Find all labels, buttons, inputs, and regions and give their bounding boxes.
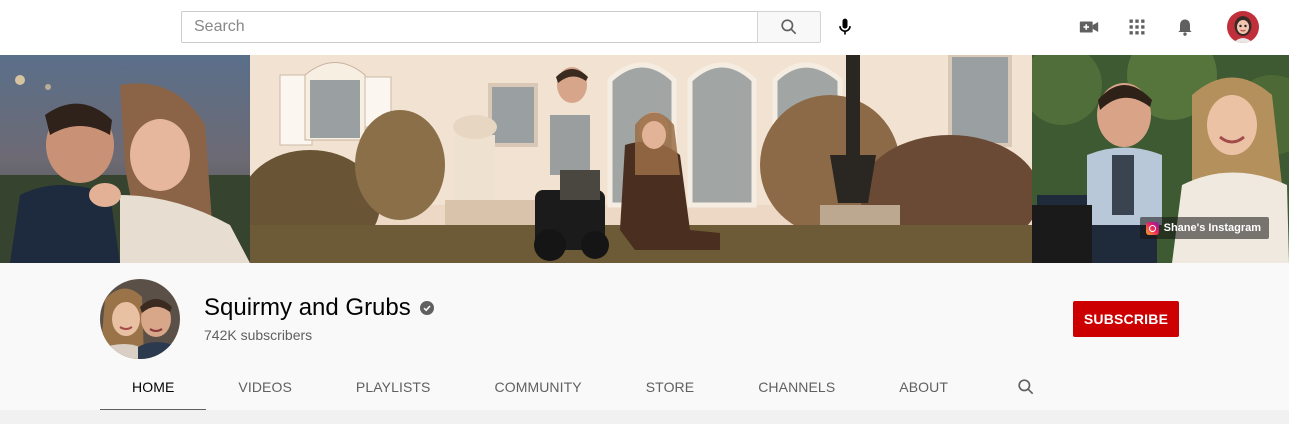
subscribe-button[interactable]: SUBSCRIBE — [1073, 301, 1179, 337]
channel-title: Squirmy and Grubs — [204, 294, 434, 322]
tab-channels[interactable]: CHANNELS — [726, 363, 867, 411]
apps-button[interactable] — [1125, 15, 1149, 39]
banner-photo-center — [250, 55, 1032, 263]
avatar-image — [1227, 11, 1259, 43]
microphone-icon — [839, 18, 851, 35]
tab-community[interactable]: COMMUNITY — [463, 363, 614, 411]
account-avatar[interactable] — [1227, 11, 1259, 43]
apps-grid-icon — [1129, 19, 1145, 35]
content-area-divider — [0, 410, 1289, 424]
channel-banner: Shane's Instagram — [0, 55, 1289, 263]
search-icon — [1018, 379, 1034, 395]
top-bar — [0, 0, 1289, 55]
instagram-link[interactable]: Shane's Instagram — [1139, 217, 1269, 239]
search-box — [181, 11, 821, 43]
video-camera-plus-icon — [1079, 21, 1099, 33]
verified-check-icon — [419, 301, 434, 315]
banner-photo-left — [0, 55, 250, 263]
channel-avatar[interactable] — [100, 279, 180, 359]
channel-tabs: HOME VIDEOS PLAYLISTS COMMUNITY STORE CH… — [100, 363, 1050, 411]
instagram-link-label: Shane's Instagram — [1163, 222, 1261, 234]
tab-about[interactable]: ABOUT — [867, 363, 980, 411]
channel-search-button[interactable] — [1002, 363, 1050, 411]
tab-home[interactable]: HOME — [100, 363, 207, 411]
subscriber-count: 742K subscribers — [204, 327, 313, 343]
instagram-icon — [1145, 221, 1159, 235]
banner-photo-right: Shane's Instagram — [1032, 55, 1289, 263]
tab-playlists[interactable]: PLAYLISTS — [324, 363, 463, 411]
voice-search-button[interactable] — [830, 12, 860, 42]
search-button[interactable] — [757, 11, 821, 43]
channel-avatar-image — [100, 279, 180, 359]
search-icon — [781, 19, 797, 35]
channel-header: Squirmy and Grubs 742K subscribers SUBSC… — [0, 263, 1289, 411]
tab-videos[interactable]: VIDEOS — [206, 363, 324, 411]
bell-icon — [1178, 19, 1192, 36]
notifications-button[interactable] — [1173, 15, 1197, 39]
channel-name: Squirmy and Grubs — [204, 294, 411, 321]
create-video-button[interactable] — [1077, 15, 1101, 39]
search-input[interactable] — [181, 11, 757, 43]
tab-store[interactable]: STORE — [614, 363, 726, 411]
